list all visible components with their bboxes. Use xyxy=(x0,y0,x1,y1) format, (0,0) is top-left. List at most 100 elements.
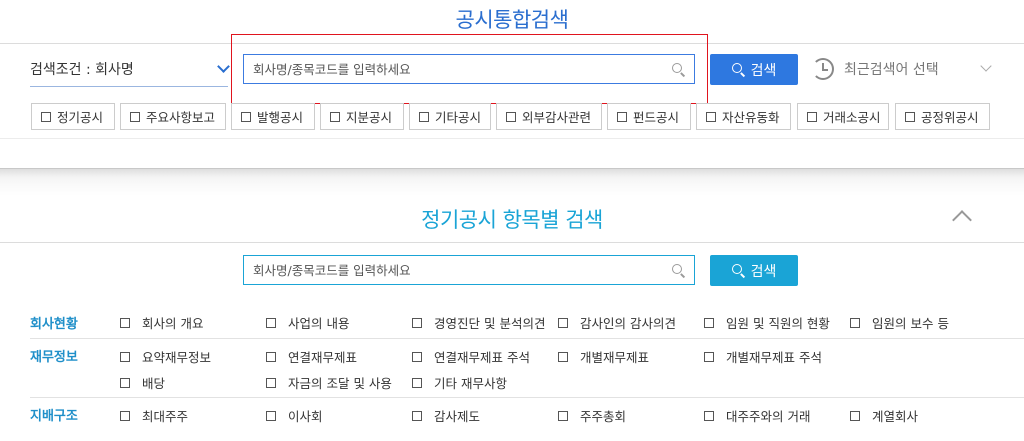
search-icon xyxy=(731,264,745,278)
item-label: 계열회사 xyxy=(872,409,919,424)
company-search-box[interactable] xyxy=(243,54,695,84)
checkbox-icon[interactable] xyxy=(704,351,714,362)
item-checkbox[interactable]: 개별재무제표 xyxy=(558,347,649,366)
checkbox-icon[interactable] xyxy=(120,410,130,421)
category-financial-info: 재무정보 xyxy=(30,350,78,365)
filter-checkbox[interactable]: 정기공시 xyxy=(31,103,115,130)
item-checkbox[interactable]: 계열회사 xyxy=(850,406,918,425)
item-search-input[interactable] xyxy=(253,256,653,284)
checkbox-icon[interactable] xyxy=(266,410,276,421)
item-search-title: 정기공시 항목별 검색 xyxy=(421,208,603,232)
checkbox-icon[interactable] xyxy=(266,317,276,328)
item-checkbox[interactable]: 임원 및 직원의 현황 xyxy=(704,313,830,332)
item-label: 연결재무제표 xyxy=(288,350,358,365)
checkbox-icon[interactable] xyxy=(120,351,130,362)
filter-label: 거래소공시 xyxy=(823,110,881,125)
search-icon[interactable] xyxy=(672,63,686,77)
item-checkbox[interactable]: 자금의 조달 및 사용 xyxy=(266,373,392,392)
item-label: 경영진단 및 분석의견 xyxy=(434,316,546,331)
filter-label: 지분공시 xyxy=(346,110,393,125)
divider xyxy=(0,242,1024,243)
item-label: 기타 재무사항 xyxy=(434,376,507,391)
item-label: 임원의 보수 등 xyxy=(872,316,949,331)
item-label: 배당 xyxy=(142,376,166,391)
item-checkbox[interactable]: 감사인의 감사의견 xyxy=(558,313,676,332)
checkbox-icon[interactable] xyxy=(704,410,714,421)
item-search-button[interactable]: 검색 xyxy=(710,255,798,286)
checkbox-icon[interactable] xyxy=(412,317,422,328)
filter-label: 발행공시 xyxy=(257,110,304,125)
checkbox-icon[interactable] xyxy=(412,351,422,362)
checkbox-icon[interactable] xyxy=(850,410,860,421)
item-checkbox[interactable]: 연결재무제표 주석 xyxy=(412,347,530,366)
item-label: 회사의 개요 xyxy=(142,316,204,331)
search-condition-select[interactable]: 검색조건 : 회사명 xyxy=(30,58,230,80)
chevron-down-icon xyxy=(980,60,992,72)
filter-checkbox[interactable]: 자산유동화 xyxy=(696,103,791,130)
filter-label: 자산유동화 xyxy=(722,110,780,125)
checkbox-icon[interactable] xyxy=(617,111,627,122)
checkbox-icon[interactable] xyxy=(266,351,276,362)
filter-label: 외부감사관련 xyxy=(522,110,592,125)
category-company-status: 회사현황 xyxy=(30,317,78,332)
item-label: 요약재무정보 xyxy=(142,350,212,365)
checkbox-icon[interactable] xyxy=(706,111,716,122)
item-checkbox[interactable]: 최대주주 xyxy=(120,406,188,425)
checkbox-icon[interactable] xyxy=(558,410,568,421)
filter-checkbox[interactable]: 지분공시 xyxy=(320,103,404,130)
checkbox-icon[interactable] xyxy=(330,111,340,122)
checkbox-icon[interactable] xyxy=(558,351,568,362)
checkbox-icon[interactable] xyxy=(850,317,860,328)
checkbox-icon[interactable] xyxy=(412,377,422,388)
item-checkbox[interactable]: 회사의 개요 xyxy=(120,313,203,332)
search-icon[interactable] xyxy=(672,264,686,278)
checkbox-icon[interactable] xyxy=(130,111,140,122)
filter-checkbox[interactable]: 외부감사관련 xyxy=(496,103,602,130)
search-button-label: 검색 xyxy=(750,62,777,79)
item-label: 자금의 조달 및 사용 xyxy=(288,376,392,391)
item-checkbox[interactable]: 감사제도 xyxy=(412,406,480,425)
item-checkbox[interactable]: 연결재무제표 xyxy=(266,347,357,366)
checkbox-icon[interactable] xyxy=(905,111,915,122)
search-button[interactable]: 검색 xyxy=(710,54,798,85)
checkbox-icon[interactable] xyxy=(558,317,568,328)
filter-label: 주요사항보고 xyxy=(146,110,216,125)
item-checkbox[interactable]: 요약재무정보 xyxy=(120,347,211,366)
item-checkbox[interactable]: 배당 xyxy=(120,373,165,392)
filter-checkbox[interactable]: 거래소공시 xyxy=(797,103,889,130)
checkbox-icon[interactable] xyxy=(506,111,516,122)
row-divider xyxy=(30,338,1024,339)
checkbox-icon[interactable] xyxy=(241,111,251,122)
integrated-search-title: 공시통합검색 xyxy=(455,8,569,32)
checkbox-icon[interactable] xyxy=(120,317,130,328)
item-label: 연결재무제표 주석 xyxy=(434,350,530,365)
category-governance: 지배구조 xyxy=(30,409,78,424)
filter-checkbox[interactable]: 펀드공시 xyxy=(607,103,691,130)
checkbox-icon[interactable] xyxy=(419,111,429,122)
filter-checkbox[interactable]: 주요사항보고 xyxy=(120,103,226,130)
filter-label: 공정위공시 xyxy=(921,110,979,125)
item-checkbox[interactable]: 사업의 내용 xyxy=(266,313,349,332)
row-divider xyxy=(30,397,1024,398)
item-checkbox[interactable]: 경영진단 및 분석의견 xyxy=(412,313,545,332)
filter-checkbox[interactable]: 기타공시 xyxy=(409,103,491,130)
filter-checkbox[interactable]: 공정위공시 xyxy=(895,103,990,130)
recent-search-select[interactable]: 최근검색어 선택 xyxy=(812,55,996,83)
item-search-box[interactable] xyxy=(243,255,695,285)
checkbox-icon[interactable] xyxy=(41,111,51,122)
checkbox-icon[interactable] xyxy=(807,111,817,122)
item-checkbox[interactable]: 이사회 xyxy=(266,406,323,425)
item-label: 개별재무제표 주석 xyxy=(726,350,822,365)
item-checkbox[interactable]: 기타 재무사항 xyxy=(412,373,507,392)
checkbox-icon[interactable] xyxy=(704,317,714,328)
company-search-input[interactable] xyxy=(253,55,653,83)
item-label: 개별재무제표 xyxy=(580,350,650,365)
checkbox-icon[interactable] xyxy=(412,410,422,421)
checkbox-icon[interactable] xyxy=(266,377,276,388)
item-checkbox[interactable]: 대주주와의 거래 xyxy=(704,406,810,425)
item-checkbox[interactable]: 개별재무제표 주석 xyxy=(704,347,822,366)
item-checkbox[interactable]: 임원의 보수 등 xyxy=(850,313,949,332)
filter-checkbox[interactable]: 발행공시 xyxy=(231,103,315,130)
item-checkbox[interactable]: 주주총회 xyxy=(558,406,626,425)
checkbox-icon[interactable] xyxy=(120,377,130,388)
